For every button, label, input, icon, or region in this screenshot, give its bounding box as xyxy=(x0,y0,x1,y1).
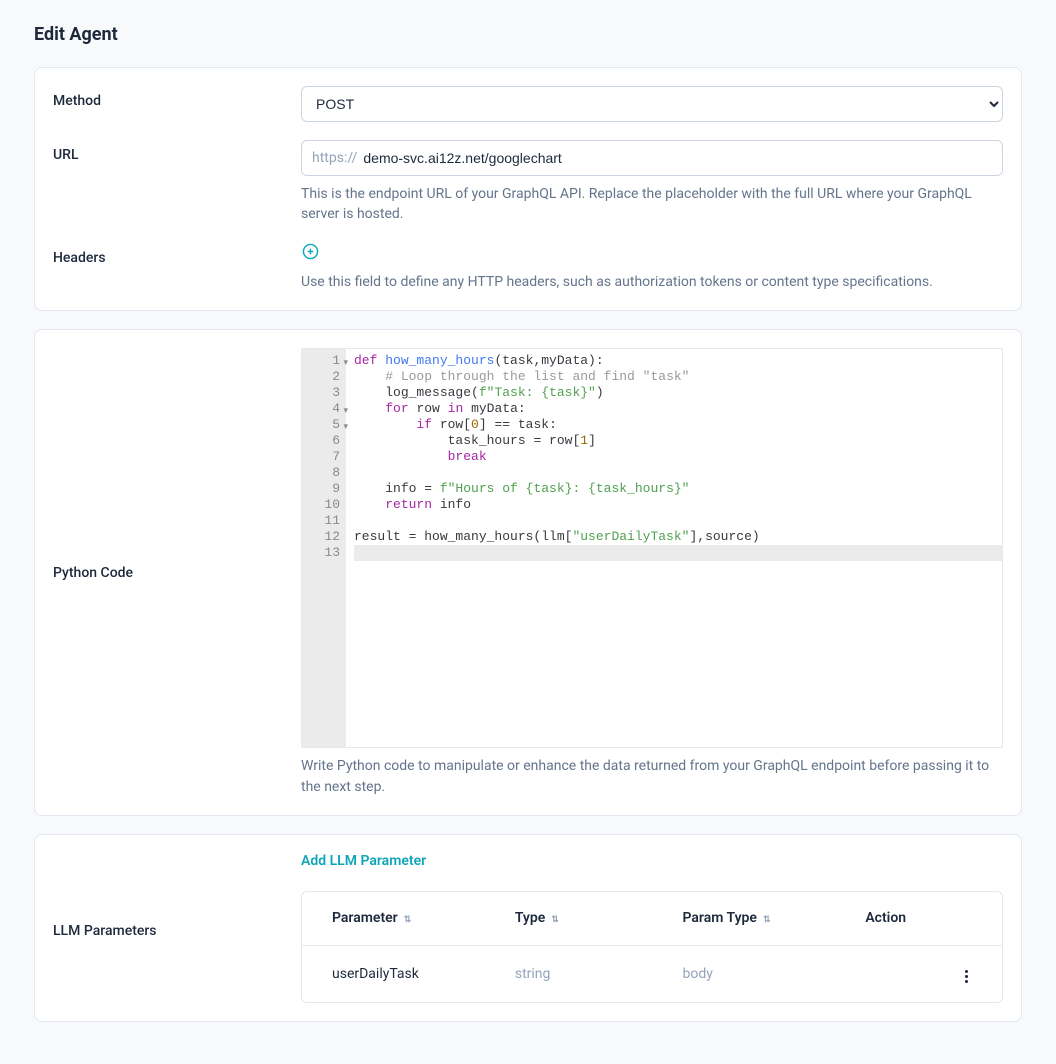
col-parameter[interactable]: Parameter⇅ xyxy=(332,910,515,926)
python-code-card: Python Code 12345678910111213 def how_ma… xyxy=(34,329,1022,816)
method-label: Method xyxy=(53,86,301,109)
url-row: URL https:// This is the endpoint URL of… xyxy=(35,140,1021,225)
method-row: Method GETPOSTPUTDELETEPATCH xyxy=(35,86,1021,122)
add-llm-parameter-link[interactable]: Add LLM Parameter xyxy=(301,853,426,869)
url-help: This is the endpoint URL of your GraphQL… xyxy=(301,184,1003,225)
url-input-wrap: https:// xyxy=(301,140,1003,176)
request-config-card: Method GETPOSTPUTDELETEPATCH URL https:/… xyxy=(34,67,1022,311)
plus-circle-icon[interactable] xyxy=(301,243,319,261)
url-label: URL xyxy=(53,140,301,163)
url-prefix: https:// xyxy=(312,150,357,166)
llm-params-card: LLM Parameters Add LLM Parameter Paramet… xyxy=(34,834,1022,1022)
url-input[interactable] xyxy=(363,150,992,166)
editor-content[interactable]: def how_many_hours(task,myData): # Loop … xyxy=(346,349,1002,747)
cell-type: string xyxy=(515,966,683,982)
headers-help: Use this field to define any HTTP header… xyxy=(301,272,1003,292)
editor-gutter: 12345678910111213 xyxy=(302,349,346,747)
col-param-type[interactable]: Param Type⇅ xyxy=(682,910,865,926)
cell-parameter: userDailyTask xyxy=(332,966,515,982)
page-title: Edit Agent xyxy=(34,24,1022,45)
llm-params-table: Parameter⇅ Type⇅ Param Type⇅ Action user… xyxy=(301,891,1003,1003)
sort-icon: ⇅ xyxy=(404,916,412,925)
headers-label: Headers xyxy=(53,243,301,266)
col-type[interactable]: Type⇅ xyxy=(515,910,683,926)
cell-param-type: body xyxy=(682,966,865,982)
python-help: Write Python code to manipulate or enhan… xyxy=(301,756,1003,797)
kebab-icon[interactable] xyxy=(961,966,972,987)
headers-row: Headers Use this field to define any HTT… xyxy=(35,243,1021,293)
sort-icon: ⇅ xyxy=(763,916,771,925)
python-editor[interactable]: 12345678910111213 def how_many_hours(tas… xyxy=(301,348,1003,748)
method-select[interactable]: GETPOSTPUTDELETEPATCH xyxy=(301,86,1003,122)
python-label: Python Code xyxy=(53,348,301,797)
llm-params-label: LLM Parameters xyxy=(53,853,301,1003)
table-header: Parameter⇅ Type⇅ Param Type⇅ Action xyxy=(302,892,1002,946)
table-row: userDailyTaskstringbody xyxy=(302,946,1002,1002)
sort-icon: ⇅ xyxy=(551,916,559,925)
col-action: Action xyxy=(865,910,972,926)
